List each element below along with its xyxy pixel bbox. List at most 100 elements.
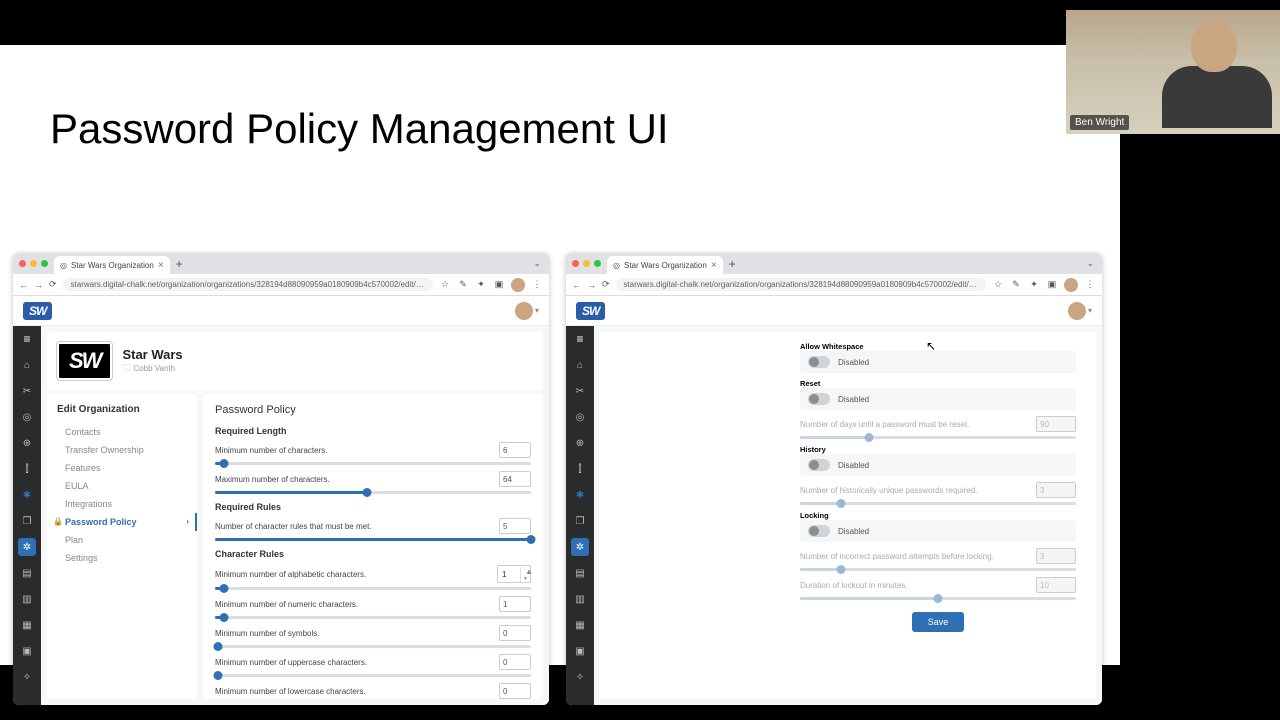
panel-icon[interactable]: ▣ — [493, 279, 505, 290]
tab-close-icon[interactable]: × — [711, 260, 717, 271]
symbol-slider[interactable] — [215, 645, 531, 648]
color-picker-icon[interactable]: ✎ — [1010, 279, 1022, 290]
rail-chart-icon[interactable]: ⫿ — [18, 460, 36, 478]
forward-button[interactable]: → — [34, 280, 43, 290]
history-toggle[interactable] — [808, 459, 830, 471]
reset-days-slider[interactable] — [800, 436, 1076, 439]
address-field[interactable]: starwars.digital-chalk.net/organization/… — [616, 278, 986, 291]
color-picker-icon[interactable]: ✎ — [457, 279, 469, 290]
rail-star-icon[interactable]: ✧ — [18, 668, 36, 686]
panel-icon[interactable]: ▣ — [1046, 279, 1058, 290]
sidebar-item-password-policy[interactable]: 🔒Password Policy› — [47, 513, 197, 531]
forward-button[interactable]: → — [587, 280, 596, 290]
extensions-icon[interactable]: ✦ — [475, 279, 487, 290]
profile-avatar-icon[interactable] — [1064, 278, 1078, 292]
sidebar-item-transfer-ownership[interactable]: Transfer Ownership — [47, 441, 197, 459]
rail-cube-icon[interactable]: ❐ — [18, 512, 36, 530]
new-tab-button[interactable]: + — [723, 257, 742, 271]
traffic-close-icon[interactable] — [572, 260, 579, 267]
new-tab-button[interactable]: + — [170, 257, 189, 271]
back-button[interactable]: ← — [19, 280, 28, 290]
user-menu-caret-icon[interactable]: ▾ — [535, 306, 539, 315]
address-field[interactable]: starwars.digital-chalk.net/organization/… — [63, 278, 433, 291]
rail-star-icon[interactable]: ✧ — [571, 668, 589, 686]
rail-menu-icon[interactable]: ≡ — [571, 330, 589, 348]
rules-met-slider[interactable] — [215, 538, 531, 541]
rail-target-icon[interactable]: ◎ — [18, 408, 36, 426]
history-input[interactable]: 3 — [1036, 482, 1076, 498]
reload-button[interactable]: ⟳ — [602, 279, 610, 290]
upper-input[interactable]: 0 — [499, 654, 531, 670]
max-chars-input[interactable]: 64 — [499, 471, 531, 487]
rail-card-icon[interactable]: ▥ — [18, 590, 36, 608]
rules-met-input[interactable]: 5 — [499, 518, 531, 534]
whitespace-toggle[interactable] — [808, 356, 830, 368]
rail-doc-icon[interactable]: ▤ — [18, 564, 36, 582]
max-chars-slider[interactable] — [215, 491, 531, 494]
rail-menu-icon[interactable]: ≡ — [18, 330, 36, 348]
rail-grid-icon[interactable]: ▦ — [571, 616, 589, 634]
user-menu-caret-icon[interactable]: ▾ — [1088, 306, 1092, 315]
chrome-menu-icon[interactable]: ⋮ — [1084, 279, 1096, 290]
browser-tab[interactable]: ◎ Star Wars Organization × — [607, 256, 723, 274]
lower-input[interactable]: 0 — [499, 683, 531, 699]
sidebar-item-integrations[interactable]: Integrations — [47, 495, 197, 513]
share-icon[interactable]: ☆ — [439, 279, 451, 290]
lock-attempts-input[interactable]: 3 — [1036, 548, 1076, 564]
browser-tab[interactable]: ◎ Star Wars Organization × — [54, 256, 170, 274]
rail-gear-icon[interactable]: ✲ — [18, 538, 36, 556]
sidebar-item-contacts[interactable]: Contacts — [47, 423, 197, 441]
rail-card-icon[interactable]: ▥ — [571, 590, 589, 608]
lock-attempts-slider[interactable] — [800, 568, 1076, 571]
history-slider[interactable] — [800, 502, 1076, 505]
lock-duration-input[interactable]: 10 — [1036, 577, 1076, 593]
tab-close-icon[interactable]: × — [158, 260, 164, 271]
rail-globe-icon[interactable]: ⊕ — [18, 434, 36, 452]
rail-folder-icon[interactable]: ▣ — [571, 642, 589, 660]
traffic-min-icon[interactable] — [30, 260, 37, 267]
app-logo[interactable]: SW — [23, 302, 52, 320]
rail-gear-icon[interactable]: ✲ — [571, 538, 589, 556]
share-icon[interactable]: ☆ — [992, 279, 1004, 290]
min-chars-slider[interactable] — [215, 462, 531, 465]
lock-duration-slider[interactable] — [800, 597, 1076, 600]
sidebar-item-eula[interactable]: EULA — [47, 477, 197, 495]
rail-doc-icon[interactable]: ▤ — [571, 564, 589, 582]
sidebar-item-features[interactable]: Features — [47, 459, 197, 477]
tab-overflow-icon[interactable]: ⌄ — [1086, 258, 1094, 269]
upper-slider[interactable] — [215, 674, 531, 677]
traffic-min-icon[interactable] — [583, 260, 590, 267]
reload-button[interactable]: ⟳ — [49, 279, 57, 290]
traffic-max-icon[interactable] — [41, 260, 48, 267]
rail-grid-icon[interactable]: ▦ — [18, 616, 36, 634]
user-avatar[interactable] — [515, 302, 533, 320]
rail-settings-icon[interactable]: ✱ — [571, 486, 589, 504]
locking-toggle[interactable] — [808, 525, 830, 537]
sidebar-item-settings[interactable]: Settings — [47, 549, 197, 567]
rail-settings-icon[interactable]: ✱ — [18, 486, 36, 504]
traffic-max-icon[interactable] — [594, 260, 601, 267]
rail-globe-icon[interactable]: ⊕ — [571, 434, 589, 452]
tab-overflow-icon[interactable]: ⌄ — [533, 258, 541, 269]
app-logo[interactable]: SW — [576, 302, 605, 320]
numeric-input[interactable]: 1 — [499, 596, 531, 612]
sidebar-item-plan[interactable]: Plan — [47, 531, 197, 549]
reset-days-input[interactable]: 90 — [1036, 416, 1076, 432]
save-button[interactable]: Save — [912, 612, 965, 632]
alpha-slider[interactable] — [215, 587, 531, 590]
numeric-slider[interactable] — [215, 616, 531, 619]
symbol-input[interactable]: 0 — [499, 625, 531, 641]
rail-chart-icon[interactable]: ⫿ — [571, 460, 589, 478]
rail-tools-icon[interactable]: ✂ — [571, 382, 589, 400]
rail-cube-icon[interactable]: ❐ — [571, 512, 589, 530]
rail-folder-icon[interactable]: ▣ — [18, 642, 36, 660]
chrome-menu-icon[interactable]: ⋮ — [531, 279, 543, 290]
rail-home-icon[interactable]: ⌂ — [18, 356, 36, 374]
profile-avatar-icon[interactable] — [511, 278, 525, 292]
min-chars-input[interactable]: 6 — [499, 442, 531, 458]
rail-tools-icon[interactable]: ✂ — [18, 382, 36, 400]
rail-target-icon[interactable]: ◎ — [571, 408, 589, 426]
user-avatar[interactable] — [1068, 302, 1086, 320]
rail-home-icon[interactable]: ⌂ — [571, 356, 589, 374]
traffic-close-icon[interactable] — [19, 260, 26, 267]
